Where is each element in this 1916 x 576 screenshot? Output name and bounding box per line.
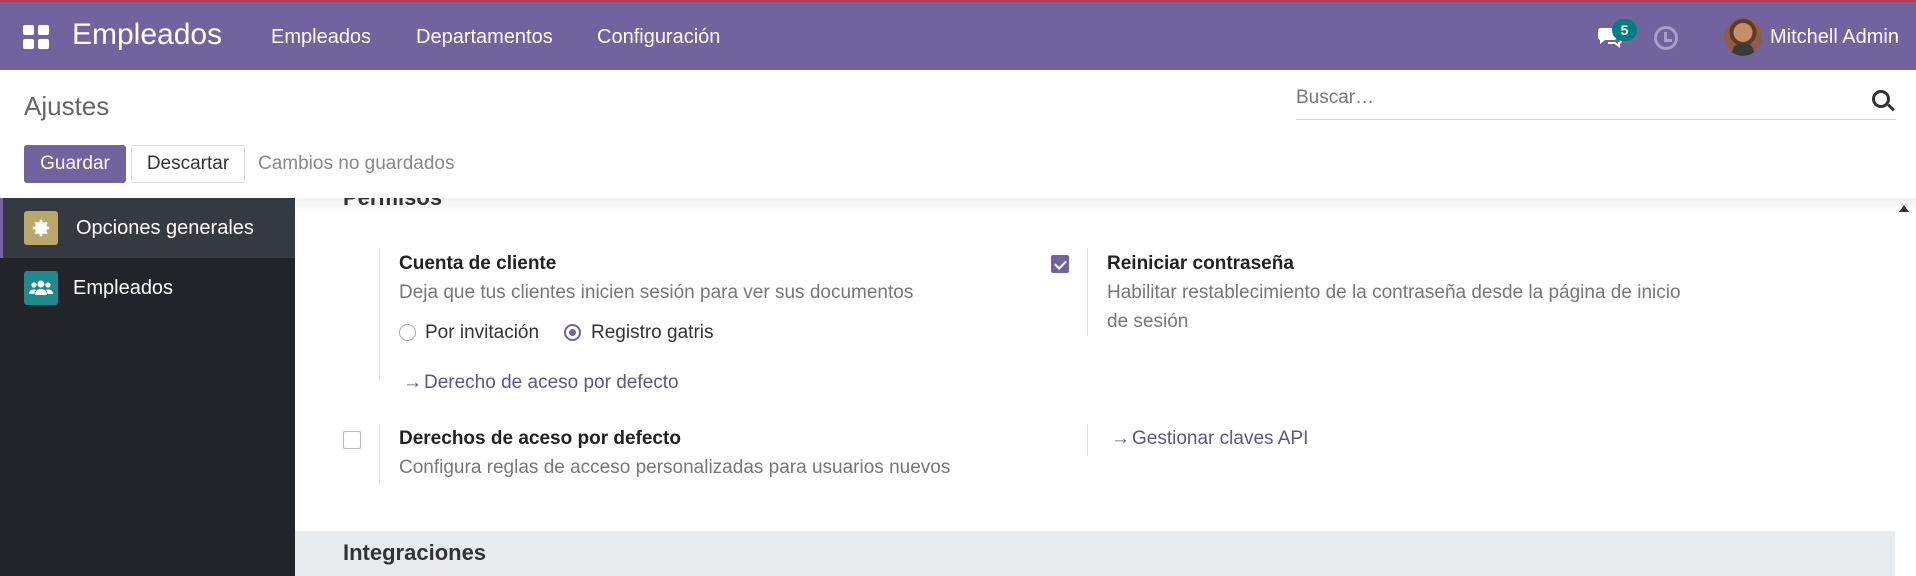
unsaved-changes-text: Cambios no guardados xyxy=(258,153,455,174)
search-icon[interactable] xyxy=(1872,90,1890,108)
scroll-shadow xyxy=(295,198,1916,214)
customer-account-title: Cuenta de cliente xyxy=(399,253,557,274)
manage-api-keys-label: Gestionar claves API xyxy=(1132,428,1309,449)
manage-api-keys-link[interactable]: → Gestionar claves API xyxy=(1111,428,1308,450)
search-input[interactable] xyxy=(1296,82,1856,114)
reset-password-title: Reiniciar contraseña xyxy=(1107,253,1294,274)
settings-sidebar: Opciones generales Empleados xyxy=(0,198,295,576)
menu-departamentos[interactable]: Departamentos xyxy=(416,26,553,49)
arrow-right-icon: → xyxy=(1111,428,1130,449)
menu-empleados[interactable]: Empleados xyxy=(271,26,371,49)
divider xyxy=(1087,248,1088,336)
top-navbar: Empleados Empleados Departamentos Config… xyxy=(0,0,1916,70)
default-access-title: Derechos de aceso por defecto xyxy=(399,428,681,449)
scroll-up-arrow-icon[interactable] xyxy=(1899,205,1909,212)
section-header-integrations: Integraciones xyxy=(295,531,1895,576)
menu-configuracion[interactable]: Configuración xyxy=(597,26,720,49)
divider xyxy=(1087,424,1088,456)
sidebar-item-general[interactable]: Opciones generales xyxy=(0,198,295,258)
radio-label-free-signup[interactable]: Registro gatris xyxy=(591,322,714,344)
default-access-link-label: Derecho de aceso por defecto xyxy=(424,372,679,393)
user-name[interactable]: Mitchell Admin xyxy=(1770,26,1899,49)
radio-by-invitation[interactable] xyxy=(399,324,416,341)
radio-free-signup[interactable] xyxy=(564,324,581,341)
activity-clock-icon[interactable] xyxy=(1654,26,1678,50)
app-brand[interactable]: Empleados xyxy=(72,18,222,52)
page-title: Ajustes xyxy=(24,91,110,121)
apps-menu-icon[interactable] xyxy=(23,25,49,49)
sidebar-item-label: Empleados xyxy=(73,276,174,299)
section-title-permissions: Permisos xyxy=(343,198,442,211)
users-icon xyxy=(24,271,58,305)
reset-password-checkbox[interactable] xyxy=(1051,255,1069,273)
arrow-right-icon: → xyxy=(403,372,422,393)
discard-button[interactable]: Descartar xyxy=(131,145,245,183)
default-access-link[interactable]: → Derecho de aceso por defecto xyxy=(403,372,679,394)
settings-content: Permisos Cuenta de cliente Deja que tus … xyxy=(295,198,1916,576)
messages-count-badge: 5 xyxy=(1612,19,1637,41)
default-access-checkbox[interactable] xyxy=(343,431,361,449)
section-title-integrations: Integraciones xyxy=(343,540,487,565)
sidebar-item-label: Opciones generales xyxy=(76,216,254,239)
default-access-description: Configura reglas de acceso personalizada… xyxy=(399,457,951,478)
radio-label-by-invitation[interactable]: Por invitación xyxy=(425,322,539,344)
gear-icon xyxy=(24,211,58,245)
divider xyxy=(379,424,380,484)
divider xyxy=(379,248,380,380)
save-button[interactable]: Guardar xyxy=(24,145,126,183)
reset-password-description-line2: de sesión xyxy=(1107,311,1189,332)
customer-account-description: Deja que tus clientes inicien sesión par… xyxy=(399,282,914,303)
search-box xyxy=(1296,82,1896,120)
user-avatar[interactable] xyxy=(1724,18,1762,56)
sidebar-item-employees[interactable]: Empleados xyxy=(0,258,295,318)
reset-password-description: Habilitar restablecimiento de la contras… xyxy=(1107,282,1681,303)
